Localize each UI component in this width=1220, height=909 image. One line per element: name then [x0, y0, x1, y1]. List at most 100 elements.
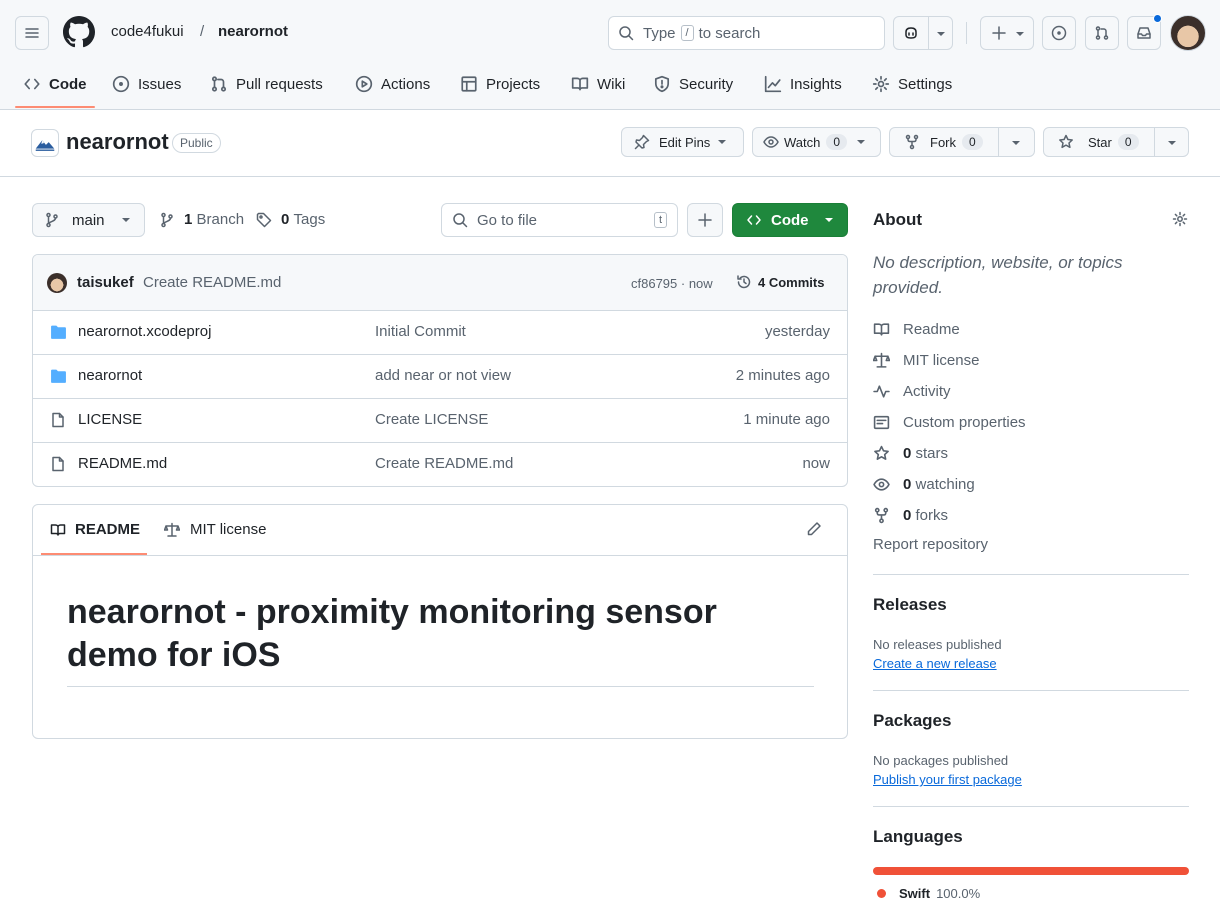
divider: [966, 22, 967, 44]
file-name[interactable]: README.md: [78, 455, 167, 472]
chevron-down-icon: [824, 218, 833, 222]
file-commit-time: 1 minute ago: [743, 411, 830, 428]
tags-label: Tags: [293, 211, 326, 228]
star-icon: [1059, 134, 1073, 149]
add-file-button[interactable]: [687, 203, 723, 237]
watch-button[interactable]: Watch 0: [752, 127, 881, 157]
watching-count: 0: [903, 475, 912, 493]
file-commit-message[interactable]: add near or not view: [375, 367, 511, 384]
author-avatar[interactable]: [47, 273, 67, 293]
mountain-logo-icon: [35, 140, 55, 151]
file-commit-message[interactable]: Initial Commit: [375, 323, 466, 340]
star-button[interactable]: Star 0: [1043, 127, 1189, 157]
activity-link-label: Activity: [903, 382, 951, 400]
activity-link[interactable]: Activity: [873, 381, 951, 401]
tab-readme-label: README: [75, 521, 141, 538]
edit-pins-button[interactable]: Edit Pins: [621, 127, 744, 157]
language-item-swift[interactable]: Swift 100.0%: [877, 886, 980, 901]
tab-pull-requests[interactable]: Pull requests: [210, 66, 323, 102]
divider: [1154, 128, 1155, 156]
report-repository-link[interactable]: Report repository: [873, 536, 988, 553]
code-icon: [747, 215, 761, 225]
repo-header: code4fukui / nearornot Type / to search …: [0, 0, 1220, 110]
create-release-link[interactable]: Create a new release: [873, 656, 997, 671]
github-logo[interactable]: [63, 16, 95, 48]
forks-label: forks: [915, 506, 949, 524]
tab-security-label: Security: [679, 75, 734, 93]
commits-count: 4 Commits: [758, 274, 825, 290]
repo-link[interactable]: nearornot: [218, 23, 288, 40]
avatar[interactable]: [1170, 15, 1206, 51]
tab-license[interactable]: MIT license: [164, 521, 266, 538]
custom-properties-label: Custom properties: [903, 413, 1026, 431]
file-icon: [52, 456, 64, 472]
edit-readme-button[interactable]: [806, 521, 822, 537]
tags-link[interactable]: 0 Tags: [256, 211, 325, 228]
file-row[interactable]: LICENSE Create LICENSE 1 minute ago: [33, 399, 847, 443]
commit-message[interactable]: Create README.md: [143, 274, 281, 291]
copilot-button[interactable]: [893, 16, 953, 50]
issues-button[interactable]: [1042, 16, 1076, 50]
file-commit-time: 2 minutes ago: [735, 367, 830, 384]
search-shortcut: /: [680, 25, 694, 41]
chevron-down-icon: [1012, 141, 1020, 145]
graph-icon: [764, 75, 782, 93]
file-name[interactable]: nearornot.xcodeproj: [78, 323, 211, 340]
readme-link[interactable]: Readme: [873, 319, 960, 339]
plus-icon: [992, 26, 1006, 40]
file-row[interactable]: nearornot.xcodeproj Initial Commit yeste…: [33, 311, 847, 355]
tab-readme[interactable]: README: [50, 521, 140, 538]
menu-button[interactable]: [15, 16, 49, 50]
watch-count: 0: [826, 134, 848, 150]
tab-insights[interactable]: Insights: [764, 66, 842, 102]
tab-actions[interactable]: Actions: [355, 66, 430, 102]
copilot-icon: [905, 27, 917, 39]
fork-button[interactable]: Fork 0: [889, 127, 1035, 157]
go-to-file-placeholder: Go to file: [477, 211, 538, 229]
file-commit-message[interactable]: Create LICENSE: [375, 411, 488, 428]
about-settings-button[interactable]: [1172, 211, 1188, 227]
file-name[interactable]: LICENSE: [78, 411, 142, 428]
search-suffix: to search: [698, 24, 761, 42]
readme-heading: nearornot - proximity monitoring sensor …: [67, 593, 717, 674]
code-button[interactable]: Code: [732, 203, 848, 237]
tab-code[interactable]: Code: [23, 66, 87, 102]
packages-title[interactable]: Packages: [873, 711, 951, 731]
tab-settings[interactable]: Settings: [872, 66, 952, 102]
file-row[interactable]: nearornot add near or not view 2 minutes…: [33, 355, 847, 399]
watchers-link[interactable]: 0 watching: [873, 474, 975, 494]
commit-hash-time[interactable]: cf86795 · now: [631, 276, 713, 291]
publish-package-link[interactable]: Publish your first package: [873, 772, 1022, 787]
shield-icon: [654, 75, 670, 93]
branch-select[interactable]: main: [32, 203, 145, 237]
tab-settings-label: Settings: [898, 75, 953, 93]
tab-issues[interactable]: Issues: [112, 66, 181, 102]
repo-title[interactable]: nearornot: [66, 129, 169, 155]
commits-link[interactable]: 4 Commits: [736, 274, 824, 290]
create-new-button[interactable]: [980, 16, 1034, 50]
releases-title[interactable]: Releases: [873, 595, 947, 615]
fork-count: 0: [962, 134, 983, 150]
file-commit-message[interactable]: Create README.md: [375, 455, 513, 472]
issue-opened-icon: [1051, 25, 1067, 41]
go-to-file-input[interactable]: Go to file t: [441, 203, 678, 237]
forks-link[interactable]: 0 forks: [873, 505, 948, 525]
file-row[interactable]: README.md Create README.md now: [33, 443, 847, 486]
tab-security[interactable]: Security: [653, 66, 733, 102]
owner-link[interactable]: code4fukui: [111, 23, 184, 40]
license-link[interactable]: MIT license: [873, 350, 979, 370]
stars-link[interactable]: 0 stars: [873, 443, 948, 463]
eye-icon: [873, 477, 890, 491]
tab-wiki-label: Wiki: [597, 75, 626, 93]
custom-properties-link[interactable]: Custom properties: [873, 412, 1026, 432]
branches-link[interactable]: 1 Branch: [159, 211, 244, 228]
file-name[interactable]: nearornot: [78, 367, 142, 384]
pull-requests-button[interactable]: [1085, 16, 1119, 50]
tab-projects[interactable]: Projects: [460, 66, 540, 102]
search-input[interactable]: Type / to search: [608, 16, 885, 50]
commit-author[interactable]: taisukef: [77, 274, 134, 291]
eye-icon: [763, 136, 779, 148]
tab-wiki[interactable]: Wiki: [571, 66, 625, 102]
inbox-button[interactable]: [1127, 14, 1162, 50]
divider: [873, 574, 1189, 575]
